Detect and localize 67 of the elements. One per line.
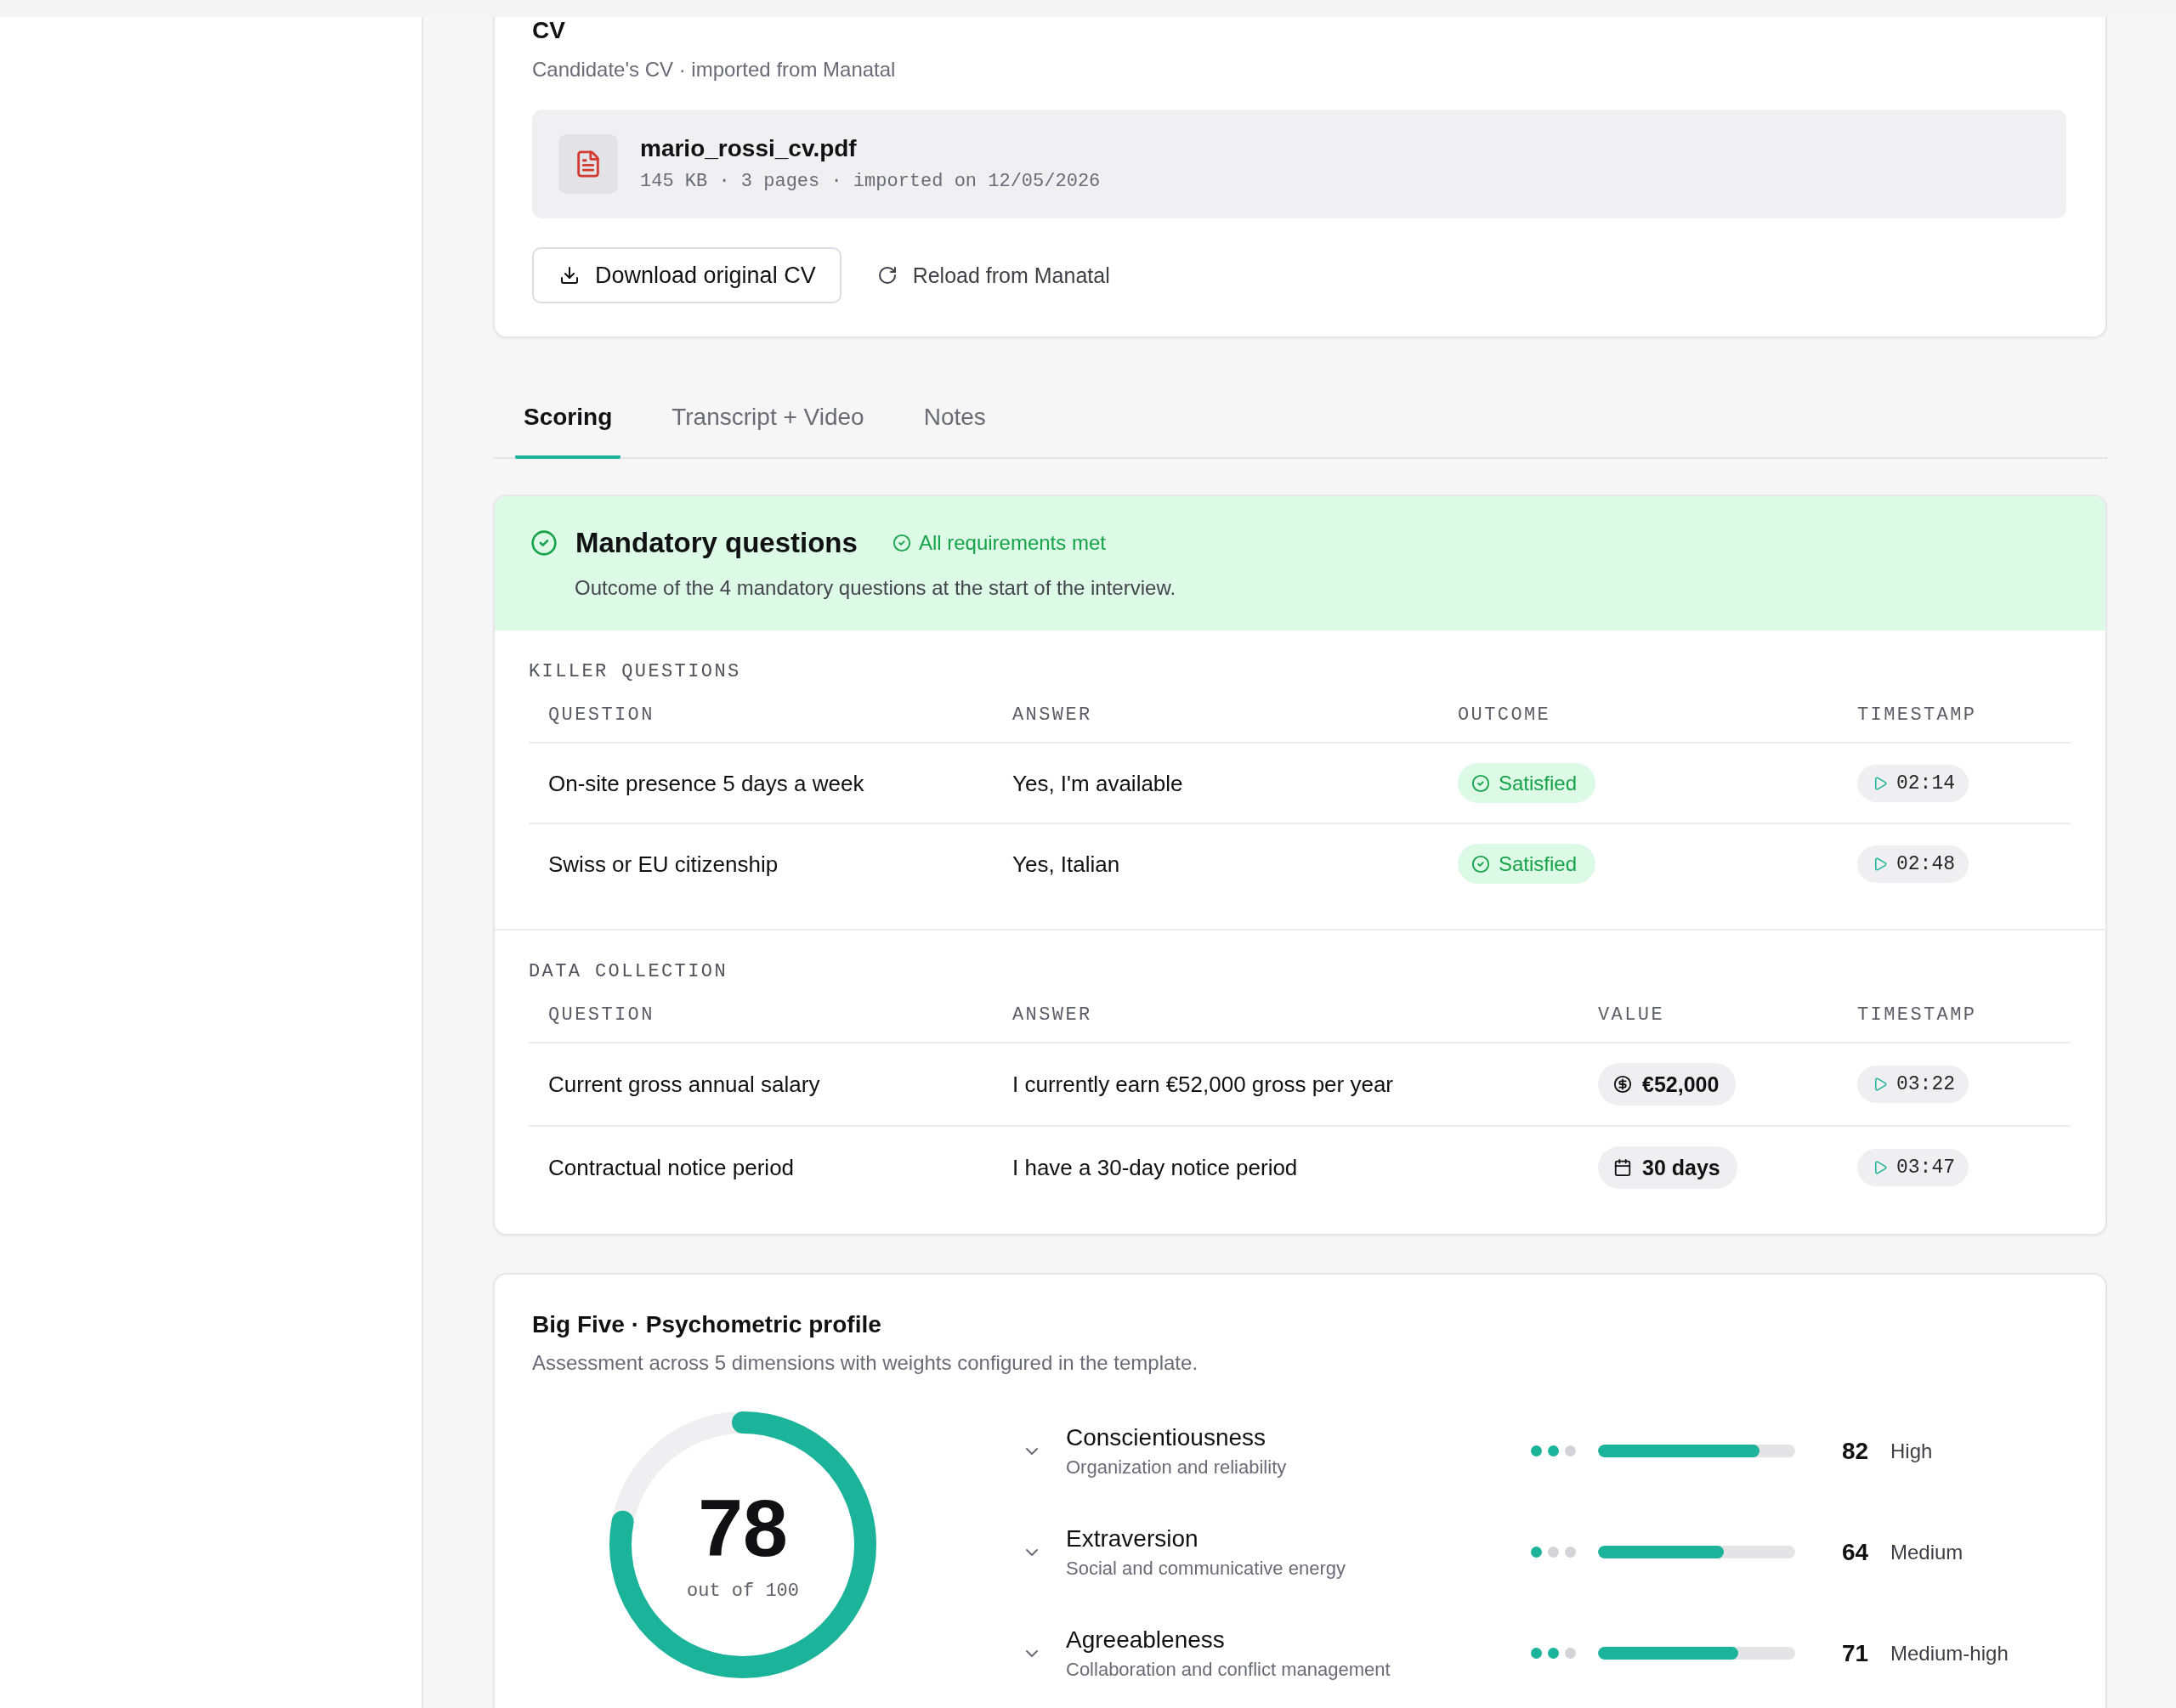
trait-rating: Medium-high (1890, 1641, 2009, 1666)
file-name: mario_rossi_cv.pdf (640, 134, 858, 163)
tab[interactable]: Scoring (515, 403, 621, 459)
section-description: Outcome of the 4 mandatory questions at the start of the interview. (575, 575, 1177, 601)
column-header: QUESTION (548, 704, 654, 727)
trait-description: Organization and reliability (1066, 1455, 1288, 1479)
column-header: VALUE (1598, 1004, 1664, 1027)
play-icon (1873, 856, 1888, 872)
check-circle-icon (1471, 854, 1490, 874)
play-icon (1873, 775, 1888, 791)
section-title: Mandatory questions (575, 526, 858, 560)
section-label: DATA COLLECTION (529, 962, 729, 982)
download-icon (559, 265, 580, 286)
answer-cell-text: I currently earn €52,000 gross per year (1012, 1071, 1395, 1098)
trait-name: Conscientiousness (1066, 1422, 1267, 1452)
outcome-label: Satisfied (1499, 851, 1578, 877)
answer-cell-text: Yes, Italian (1012, 850, 1121, 878)
trait-score: 71 (1842, 1639, 1869, 1667)
file-meta: 145 KB · 3 pages · imported on 12/05/2026 (640, 170, 1101, 194)
question-cell-text: On-site presence 5 days a week (548, 769, 865, 797)
timestamp-button[interactable]: 02:14 (1857, 764, 1969, 802)
card-title: CV (532, 17, 566, 44)
column-header: QUESTION (548, 1004, 654, 1027)
column-header: TIMESTAMP (1857, 1004, 1977, 1027)
reload-button[interactable]: Reload from Manatal (870, 247, 1117, 303)
card-subtitle: Candidate's CV · imported from Manatal (532, 57, 897, 82)
check-circle-icon (1471, 773, 1490, 793)
check-circle-icon (892, 534, 911, 552)
play-icon (1873, 1160, 1888, 1175)
column-header: ANSWER (1012, 1004, 1092, 1027)
trait-rating: High (1890, 1439, 1933, 1463)
value-text: 30 days (1642, 1155, 1720, 1180)
trait-score: 64 (1842, 1538, 1869, 1566)
value-text: €52,000 (1642, 1072, 1720, 1097)
column-header: OUTCOME (1458, 704, 1551, 727)
document-icon (558, 134, 618, 194)
card-subtitle: Assessment across 5 dimensions with weights configured in the template. (532, 1350, 1199, 1376)
score-caption: out of 100 (687, 1580, 799, 1603)
tab[interactable]: Notes (915, 403, 994, 459)
answer-cell-text: I have a 30-day notice period (1012, 1154, 1299, 1181)
check-circle-icon (530, 529, 558, 557)
timestamp-button[interactable]: 03:22 (1857, 1066, 1969, 1103)
refresh-icon (876, 265, 898, 286)
column-header: TIMESTAMP (1857, 704, 1977, 727)
trait-description: Collaboration and conflict management (1066, 1657, 1391, 1682)
timestamp-button[interactable]: 03:47 (1857, 1149, 1969, 1186)
trait-name: Agreeableness (1066, 1625, 1226, 1654)
timestamp-button[interactable]: 02:48 (1857, 845, 1969, 883)
outcome-label: Satisfied (1499, 770, 1578, 796)
section-label: KILLER QUESTIONS (529, 662, 742, 682)
trait-name: Extraversion (1066, 1524, 1199, 1553)
question-cell-text: Swiss or EU citizenship (548, 850, 779, 878)
tab[interactable]: Transcript + Video (663, 403, 873, 459)
question-cell-text: Contractual notice period (548, 1154, 796, 1181)
card-title: Big Five · Psychometric profile (532, 1311, 882, 1338)
download-button[interactable]: Download original CV (532, 247, 842, 303)
column-header: ANSWER (1012, 704, 1092, 727)
answer-cell-text: Yes, I'm available (1012, 769, 1184, 797)
status-text: All requirements met (918, 530, 1106, 556)
calendar-icon (1613, 1158, 1632, 1177)
score-value: 78 (698, 1487, 788, 1569)
trait-score: 82 (1842, 1437, 1869, 1465)
play-icon (1873, 1077, 1888, 1092)
trait-rating: Medium (1890, 1540, 1964, 1564)
dollar-coin-icon (1613, 1075, 1632, 1094)
question-cell-text: Current gross annual salary (548, 1071, 821, 1098)
trait-description: Social and communicative energy (1066, 1556, 1346, 1581)
